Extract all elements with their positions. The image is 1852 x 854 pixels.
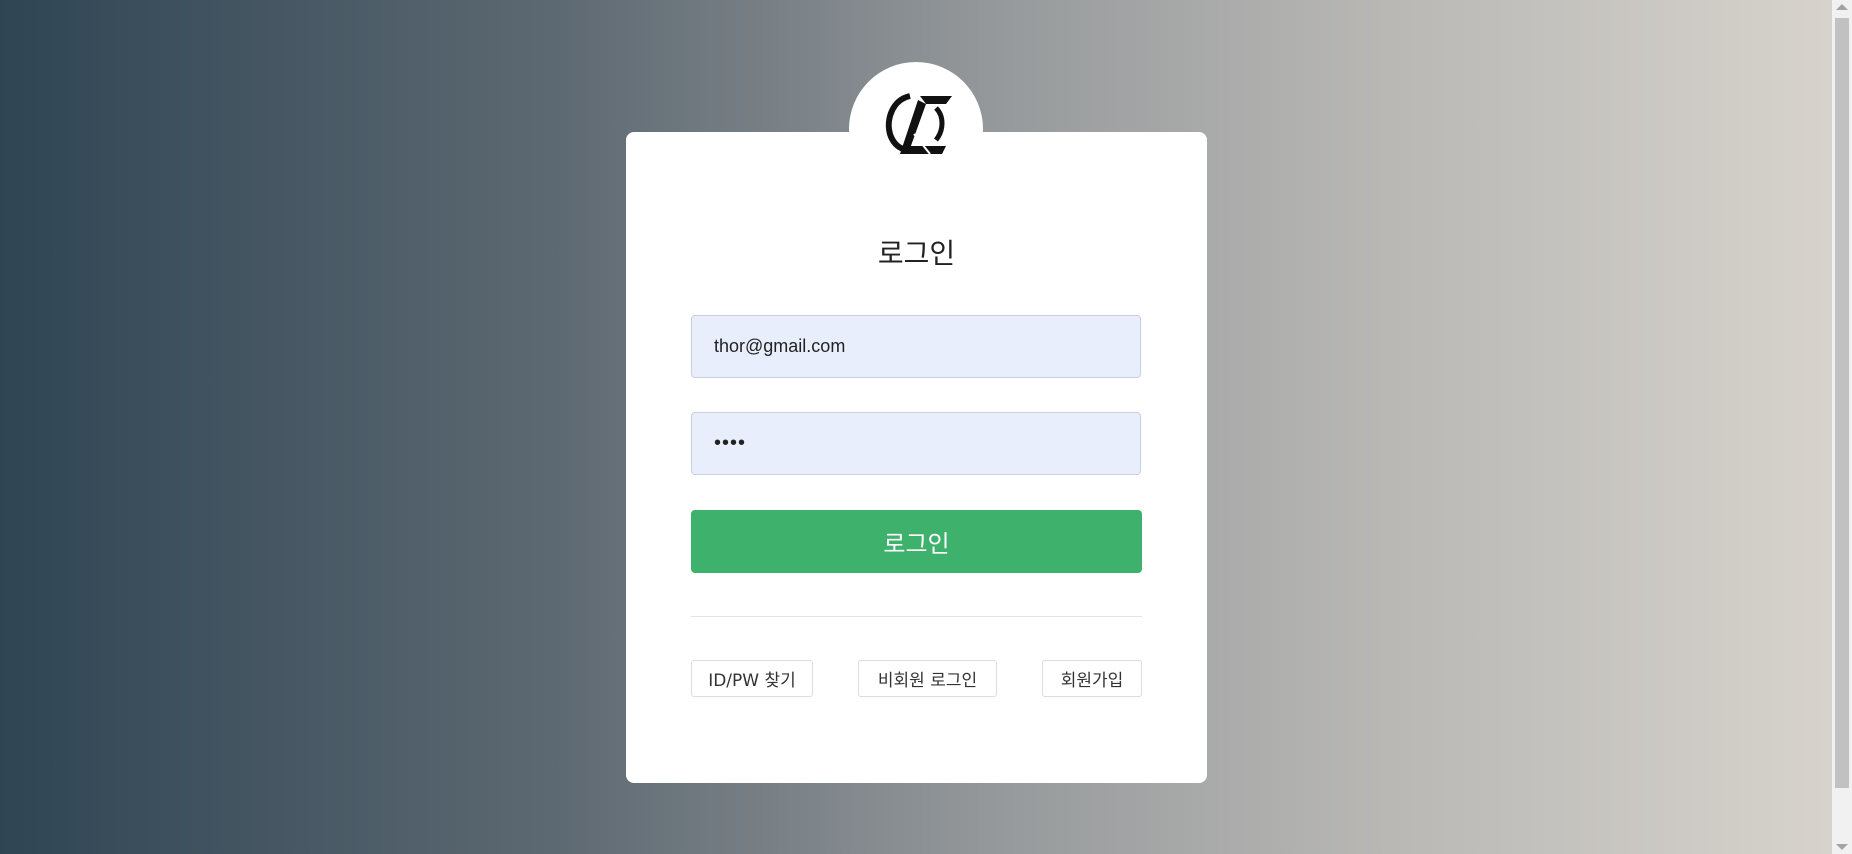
scroll-up-icon[interactable] (1836, 4, 1848, 10)
brand-logo-icon (885, 93, 952, 155)
password-field[interactable] (691, 412, 1141, 475)
signup-button[interactable]: 회원가입 (1042, 660, 1142, 697)
find-id-pw-button[interactable]: ID/PW 찾기 (691, 660, 813, 697)
login-button[interactable]: 로그인 (691, 510, 1142, 573)
vertical-scrollbar[interactable] (1832, 0, 1852, 854)
divider (691, 616, 1142, 617)
scroll-down-icon[interactable] (1836, 844, 1848, 850)
guest-login-button[interactable]: 비회원 로그인 (858, 660, 997, 697)
scrollbar-thumb[interactable] (1835, 18, 1849, 788)
email-field[interactable] (691, 315, 1141, 378)
page-title: 로그인 (877, 237, 956, 270)
page-background: 로그인 로그인 ID/PW 찾기 비회원 로그인 회원가입 (0, 0, 1852, 854)
